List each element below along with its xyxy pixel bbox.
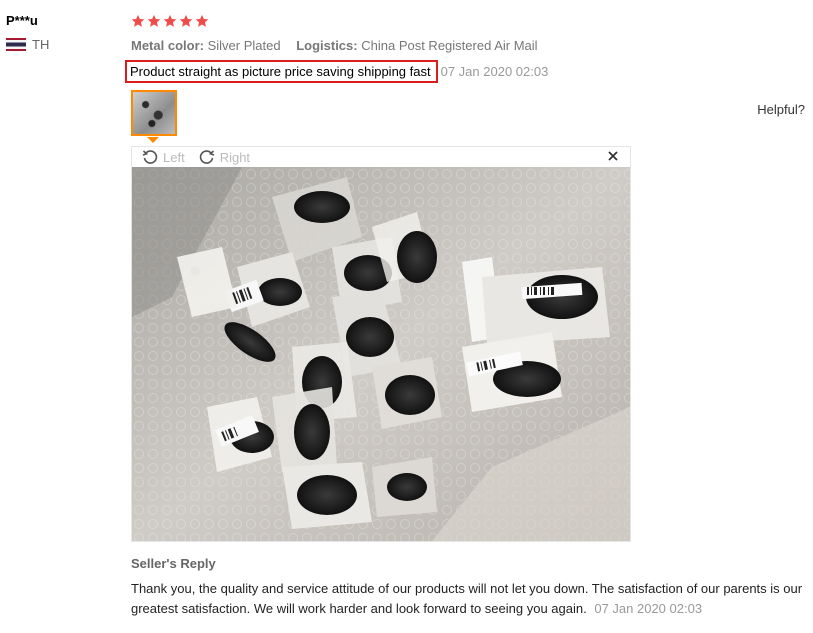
seller-reply-title: Seller's Reply	[131, 556, 216, 571]
reviewer-country: TH	[6, 37, 116, 52]
star-icon	[163, 14, 177, 28]
attr-logistics-label: Logistics:	[296, 38, 358, 53]
review-date: 07 Jan 2020 02:03	[440, 64, 549, 79]
rotate-right-label: Right	[219, 149, 251, 165]
attr-logistics-value: China Post Registered Air Mail	[361, 38, 538, 53]
helpful-link[interactable]: Helpful?	[757, 102, 805, 117]
review-entry: Metal color: Silver Plated Logistics: Ch…	[125, 10, 811, 619]
thailand-flag-icon	[6, 38, 26, 51]
close-icon	[608, 151, 618, 161]
review-image-thumbnail[interactable]	[131, 90, 177, 136]
review-content: Product straight as picture price saving…	[125, 60, 811, 83]
review-text: Product straight as picture price saving…	[125, 60, 438, 83]
close-viewer-button[interactable]	[606, 149, 620, 163]
rotate-right-icon	[199, 150, 214, 164]
star-icon	[131, 14, 145, 28]
attr-metal-color-label: Metal color:	[131, 38, 204, 53]
rotate-left-icon	[142, 150, 158, 164]
image-viewer-toolbar: Left Right	[132, 147, 630, 167]
image-viewer: Left Right	[131, 146, 631, 542]
rotate-left-button[interactable]: Left	[142, 149, 185, 165]
country-code: TH	[32, 37, 50, 52]
thumbnail-pointer	[147, 137, 159, 143]
star-rating	[131, 10, 811, 32]
seller-reply: Thank you, the quality and service attit…	[131, 579, 811, 619]
review-photo	[132, 167, 630, 541]
seller-reply-date: 07 Jan 2020 02:03	[594, 601, 703, 616]
rotate-right-button[interactable]: Right	[199, 149, 250, 165]
review-images: Helpful?	[131, 90, 811, 143]
rotate-left-label: Left	[163, 149, 185, 165]
attr-metal-color-value: Silver Plated	[207, 38, 281, 53]
product-attributes: Metal color: Silver Plated Logistics: Ch…	[131, 37, 811, 54]
reviewer-info: P***u TH	[6, 12, 116, 52]
star-icon	[195, 14, 209, 28]
star-icon	[179, 14, 193, 28]
star-icon	[147, 14, 161, 28]
reviewer-name: P***u	[6, 13, 38, 28]
